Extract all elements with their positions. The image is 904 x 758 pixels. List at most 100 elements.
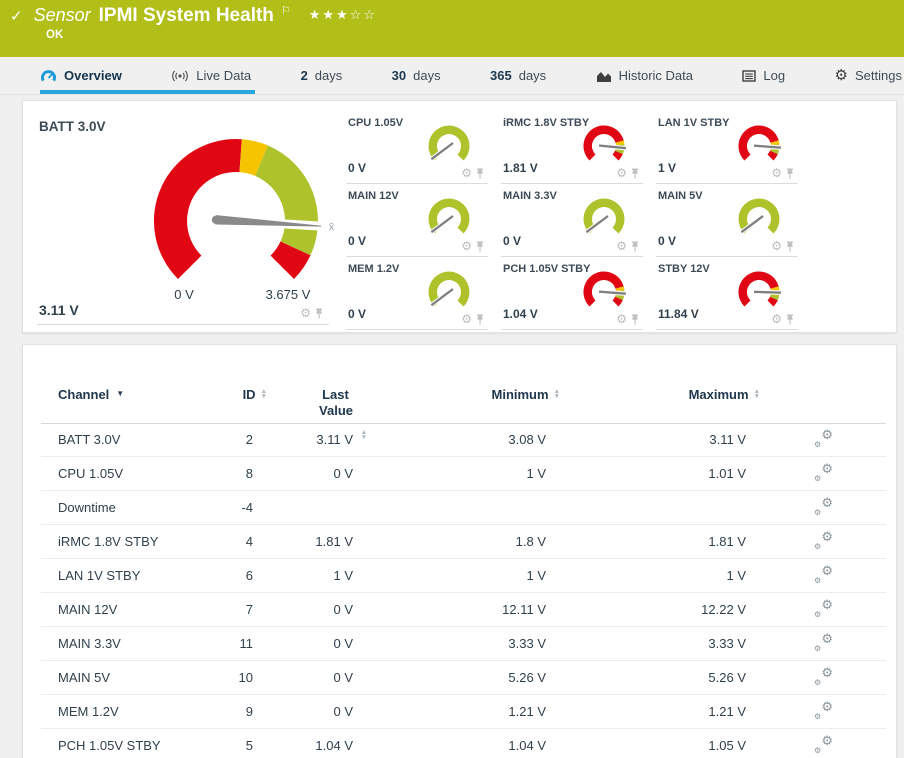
pin-icon[interactable] [631,314,639,325]
channel-value: 0 V [348,307,366,321]
channel-settings-gears-icon[interactable]: ⚙⚙ [814,464,833,481]
channel-value: 1.81 V [503,161,538,175]
tab-settings[interactable]: ⚙Settings [835,57,902,94]
pin-icon[interactable] [786,314,794,325]
column-header-minimum[interactable]: Minimum▲▼ [353,387,546,402]
column-label: Channel [58,387,109,402]
channel-table-panel: Channel▼ID▲▼LastValue ▲▼Minimum▲▼Maximum… [22,344,897,758]
table-row: BATT 3.0V23.11 V3.08 V3.11 V⚙⚙ [41,423,886,457]
flag-icon[interactable]: ⚐ [281,4,291,17]
channel-settings-gears-icon[interactable]: ⚙⚙ [814,430,833,447]
cell-id: 9 [208,704,253,719]
table-row: PCH 1.05V STBY51.04 V1.04 V1.05 V⚙⚙ [41,729,886,758]
cell-maximum: 3.33 V [546,636,746,651]
channel-settings-gears-icon[interactable]: ⚙⚙ [814,498,833,515]
pin-icon[interactable] [631,241,639,252]
sort-icon[interactable]: ▲▼ [554,390,560,399]
tab-bar: Overview Live Data 2days 30days 365days Histo… [0,57,904,95]
tab-number: 2 [301,68,308,83]
cell-last-value: 1.81 V [253,534,353,549]
channel-settings-gears-icon[interactable]: ⚙⚙ [814,532,833,549]
gear-icon[interactable]: ⚙ [771,313,782,325]
channel-settings-gears-icon[interactable]: ⚙⚙ [814,634,833,651]
tile-icon-group: ⚙ [771,313,794,325]
table-header-row: Channel▼ID▲▼LastValue ▲▼Minimum▲▼Maximum… [41,387,886,424]
sort-icon[interactable]: ▲▼ [261,390,267,399]
page-title: IPMI System Health [99,5,274,27]
cell-channel: PCH 1.05V STBY [41,738,208,753]
tab-365-days[interactable]: 365days [490,57,546,94]
gear-icon[interactable]: ⚙ [616,313,627,325]
status-check-icon: ✓ [10,7,23,25]
table-row: Downtime-4⚙⚙ [41,491,886,525]
column-header-maximum[interactable]: Maximum ▲▼ [546,387,746,402]
gear-icon[interactable]: ⚙ [461,167,472,179]
gauge-tile-mem-1-2v: MEM 1.2V0 V⚙ [346,257,488,330]
tab-historic-data[interactable]: Historic Data [596,57,693,94]
pin-icon[interactable] [476,168,484,179]
primary-channel-title: BATT 3.0V [39,119,106,134]
cell-maximum: 1.05 V [546,738,746,753]
channel-title: MAIN 5V [658,190,703,202]
priority-stars[interactable]: ★★★☆☆ [309,7,377,23]
pin-icon[interactable] [476,241,484,252]
table-row: CPU 1.05V80 V1 V1.01 V⚙⚙ [41,457,886,491]
pin-icon[interactable] [786,241,794,252]
channel-value: 0 V [348,161,366,175]
gauges-panel: BATT 3.0V x̄ 0 V 3.675 V 3.11 V ⚙ CPU 1.… [22,100,897,333]
gauge-tile-stby-12v: STBY 12V11.84 V⚙ [656,257,798,330]
gear-icon[interactable]: ⚙ [616,167,627,179]
table-row: MAIN 5V100 V5.26 V5.26 V⚙⚙ [41,661,886,695]
channel-settings-gears-icon[interactable]: ⚙⚙ [814,702,833,719]
gauge-tile-cpu-1-05v: CPU 1.05V0 V⚙ [346,111,488,184]
channel-value: 1.04 V [503,307,538,321]
channel-settings-gears-icon[interactable]: ⚙⚙ [814,668,833,685]
channel-settings-gears-icon[interactable]: ⚙⚙ [814,600,833,617]
sort-icon[interactable]: ▲▼ [754,390,760,399]
gear-icon[interactable]: ⚙ [461,313,472,325]
primary-channel-value: 3.11 V [39,302,79,318]
cell-minimum: 1 V [353,466,546,481]
pin-icon[interactable] [631,168,639,179]
sensor-title-row: ✓ Sensor IPMI System Health ⚐ ★★★☆☆ [10,5,377,27]
tab-30-days[interactable]: 30days [392,57,441,94]
column-header-channel[interactable]: Channel▼ [41,387,208,402]
gear-icon[interactable]: ⚙ [461,240,472,252]
tab-live-data[interactable]: Live Data [171,57,251,94]
channel-title: MAIN 12V [348,190,399,202]
table-row: MAIN 3.3V110 V3.33 V3.33 V⚙⚙ [41,627,886,661]
gear-icon[interactable]: ⚙ [300,307,311,319]
pin-icon[interactable] [315,308,323,319]
gauge-icon [40,69,57,83]
cell-last-value: 0 V [253,466,353,481]
channel-title: STBY 12V [658,263,710,275]
cell-maximum: 1 V [546,568,746,583]
tab-overview[interactable]: Overview [40,57,122,94]
tile-icon-group: ⚙ [771,240,794,252]
cell-channel: LAN 1V STBY [41,568,208,583]
tile-icon-group: ⚙ [616,313,639,325]
cell-minimum: 5.26 V [353,670,546,685]
column-label: Maximum [689,387,749,402]
channel-settings-gears-icon[interactable]: ⚙⚙ [814,736,833,753]
cell-id: 4 [208,534,253,549]
pin-icon[interactable] [786,168,794,179]
cell-minimum: 3.08 V [353,432,546,447]
cell-channel: MEM 1.2V [41,704,208,719]
gear-icon[interactable]: ⚙ [771,240,782,252]
gear-icon[interactable]: ⚙ [771,167,782,179]
tab-log[interactable]: Log [742,57,785,94]
pin-icon[interactable] [476,314,484,325]
column-header-id[interactable]: ID▲▼ [208,387,253,402]
cell-minimum: 1.04 V [353,738,546,753]
cell-last-value: 0 V [253,670,353,685]
tab-2-days[interactable]: 2days [301,57,343,94]
settings-gear-icon: ⚙ [835,68,848,83]
prtg-sensor-page: ✓ Sensor IPMI System Health ⚐ ★★★☆☆ OK O… [0,0,904,758]
gear-icon[interactable]: ⚙ [616,240,627,252]
channel-settings-gears-icon[interactable]: ⚙⚙ [814,566,833,583]
tile-icon-group: ⚙ [616,240,639,252]
cell-minimum: 1.21 V [353,704,546,719]
cell-last-value: 0 V [253,636,353,651]
cell-channel: BATT 3.0V [41,432,208,447]
